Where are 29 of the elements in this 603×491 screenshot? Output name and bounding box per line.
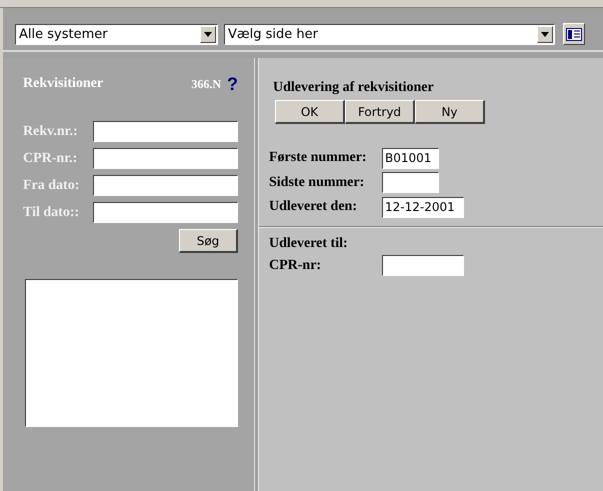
system-dropdown[interactable]: Alle systemer bbox=[15, 24, 218, 44]
action-button[interactable]: Fortryd bbox=[345, 100, 415, 124]
help-link[interactable]: ? bbox=[227, 74, 238, 94]
list-view-button[interactable] bbox=[563, 23, 585, 45]
input-field[interactable] bbox=[93, 175, 238, 196]
field-label: Udleveret den: bbox=[269, 199, 358, 216]
action-button[interactable]: Ny bbox=[415, 100, 485, 124]
input-field[interactable] bbox=[93, 202, 238, 223]
input-field[interactable]: 12-12-2001 bbox=[382, 196, 464, 218]
page-dropdown[interactable]: Vælg side her bbox=[224, 24, 555, 44]
input-field[interactable] bbox=[93, 148, 238, 169]
list-icon bbox=[566, 28, 582, 40]
input-field[interactable]: B01001 bbox=[382, 148, 439, 169]
field-label: Fra dato: bbox=[23, 178, 80, 194]
input-field[interactable] bbox=[382, 172, 439, 194]
form-title: Udlevering af rekvisitioner bbox=[273, 80, 434, 96]
input-field[interactable] bbox=[382, 255, 464, 276]
input-field[interactable] bbox=[93, 121, 238, 142]
section-title: Udleveret til: bbox=[268, 236, 349, 252]
field-label: CPR-nr: bbox=[269, 258, 322, 274]
field-label: Rekv.nr.: bbox=[23, 124, 79, 140]
code-label: 366.N bbox=[191, 76, 221, 92]
field-label: CPR-nr.: bbox=[23, 150, 78, 166]
field-label: Til dato:: bbox=[23, 204, 80, 220]
action-button[interactable]: OK bbox=[275, 100, 345, 124]
search-button[interactable]: Søg bbox=[179, 229, 238, 253]
panel-title: Rekvisitioner bbox=[23, 76, 104, 92]
field-label: Første nummer: bbox=[269, 150, 368, 166]
field-label: Sidste nummer: bbox=[269, 174, 366, 191]
